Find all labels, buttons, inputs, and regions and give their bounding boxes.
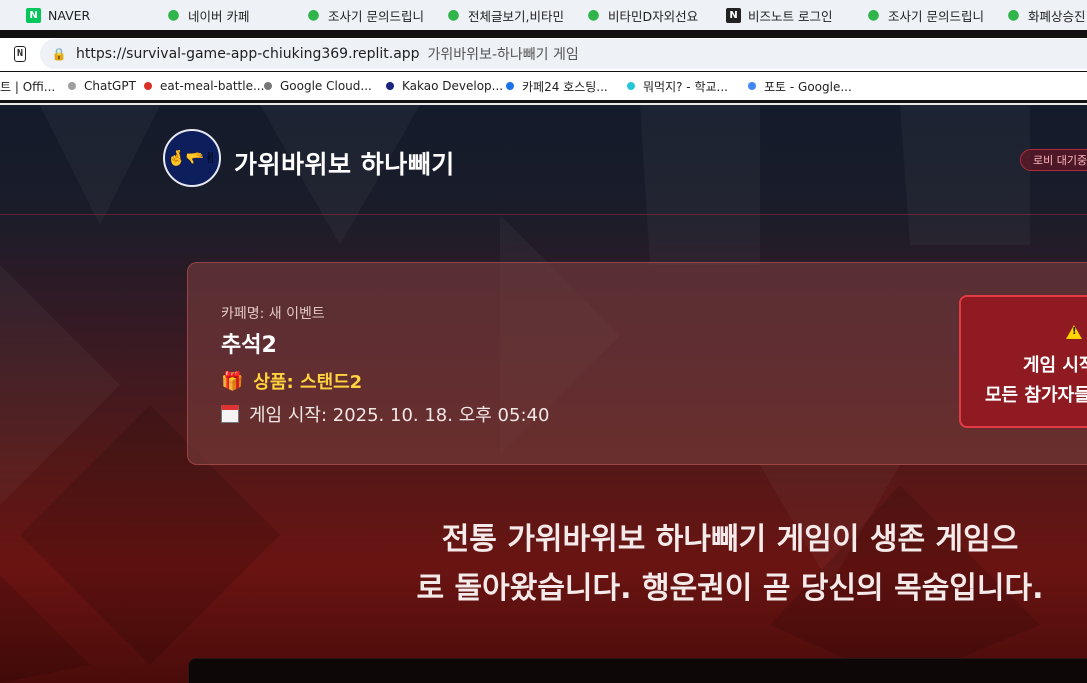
bookmark-label: 포토 - Google... [764,79,852,94]
brand-title[interactable]: 가위바위보 하나빼기 [234,145,455,181]
cafe-leaf-icon: ● [1007,7,1020,23]
tab-naver[interactable]: N NAVER [26,0,90,30]
tab-naver-cafe[interactable]: ● 네이버 카페 [166,0,249,30]
event-title: 추석2 [221,333,277,358]
lock-icon[interactable]: 🔒 [52,47,67,61]
tab-label: 화폐상승진 [1028,8,1086,24]
prize-text: 상품: 스탠드2 [253,372,363,393]
bookmark-kakao-developers[interactable]: Kakao Develop... [386,72,503,100]
hero-tagline: 전통 가위바위보 하나빼기 게임이 생존 게임으 로 돌아왔습니다. 행운권이 … [390,515,1070,613]
bookmark-office[interactable]: 트 | Offi... [0,72,55,100]
cafe-leaf-icon: ● [867,7,880,23]
tagline-line-2: 로 돌아왔습니다. 행운권이 곧 당신의 목숨입니다. [416,571,1044,606]
address-bar: N 🔒 https://survival-game-app-chiuking36… [0,38,1087,71]
url-text[interactable]: https://survival-game-app-chiuking369.re… [76,46,420,62]
naver-icon: N [26,7,41,23]
bookmark-label: 트 | Offi... [0,79,56,94]
bookmark-label: Google Cloud... [280,79,372,93]
bookmark-label: 카페24 호스팅... [522,79,608,94]
bookmark-label: eat-meal-battle... [160,79,265,93]
cafe24-icon [506,82,514,90]
eat-meal-icon [144,82,152,90]
bookmark-google-photos[interactable]: 포토 - Google... [748,72,852,100]
tab-label: NAVER [48,7,91,23]
google-cloud-icon [264,82,272,90]
site-header: 🤞🫳✌ 가위바위보 하나빼기 로비 대기중 [0,105,1087,215]
prize-info: 🎁 상품: 스탠드2 [221,368,362,394]
browser-tab-strip: N NAVER ● 네이버 카페 ● 조사기 문의드립니 ● 전체글보기,비타민… [0,0,1087,30]
bookmark-google-cloud[interactable]: Google Cloud... [264,72,372,100]
warning-icon [1066,325,1082,339]
gift-icon: 🎁 [221,370,244,392]
lobby-status-badge: 로비 대기중 [1020,149,1087,171]
tab-label: 조사기 문의드립니 [328,8,424,24]
page-title-hint: 가위바위보-하나빼기 게임 [427,47,579,63]
tab-label: 네이버 카페 [188,8,250,24]
lower-panel [188,658,1087,683]
bookmark-eat-meal-battle[interactable]: eat-meal-battle... [144,72,264,100]
biznote-icon: N [726,7,741,23]
what-to-eat-icon [627,82,635,90]
chatgpt-icon [68,82,76,90]
omnibox[interactable]: 🔒 https://survival-game-app-chiuking369.… [40,39,1087,69]
kakao-icon [386,82,394,90]
warning-line-2: 모든 참가자들 [985,385,1087,406]
logo-hand-signs-icon[interactable]: 🤞🫳✌ [163,129,221,187]
start-time-text: 게임 시작: 2025. 10. 18. 오후 05:40 [249,405,550,426]
bookmarks-bar: 트 | Offi... ChatGPT eat-meal-battle... G… [0,72,1087,100]
cafe-leaf-icon: ● [587,7,600,23]
event-info-card: 카페명: 새 이벤트 추석2 🎁 상품: 스탠드2 게임 시작: 2025. 1… [187,262,1087,465]
tab-inquiry-2[interactable]: ● 조사기 문의드립니 [866,0,988,30]
tab-biznote-login[interactable]: N 비즈노트 로그인 [726,0,832,30]
tab-currency[interactable]: ● 화폐상승진 [1006,0,1086,30]
bookmark-chatgpt[interactable]: ChatGPT [68,72,136,100]
bookmark-label: Kakao Develop... [402,79,504,93]
tab-label: 전체글보기,비타민 [468,8,564,24]
warning-line-1: 게임 시작 [1023,355,1087,376]
logo-glyphs: 🤞🫳✌ [167,149,217,167]
cafe-leaf-icon: ● [167,7,180,23]
bookmark-label: ChatGPT [84,79,136,93]
bookmark-what-to-eat[interactable]: 뭐먹지? - 학교... [627,72,728,100]
tab-inquiry-1[interactable]: ● 조사기 문의드립니 [306,0,428,30]
cafe-name: 카페명: 새 이벤트 [221,306,325,322]
page-viewport: 🤞🫳✌ 가위바위보 하나빼기 로비 대기중 카페명: 새 이벤트 추석2 🎁 상… [0,105,1087,683]
start-time-info: 게임 시작: 2025. 10. 18. 오후 05:40 [221,401,549,427]
tab-vitamin-d[interactable]: ● 비타민D자외선요 [586,0,708,30]
google-photos-icon [748,82,756,90]
tab-label: 비타민D자외선요 [608,8,699,24]
bookmark-label: 뭐먹지? - 학교... [643,79,728,94]
site-info-icon[interactable]: N [9,43,31,65]
tab-label: 조사기 문의드립니 [888,8,984,24]
calendar-icon [221,405,239,423]
tab-label: 비즈노트 로그인 [748,8,833,24]
bookmark-cafe24[interactable]: 카페24 호스팅... [506,72,608,100]
tab-all-posts[interactable]: ● 전체글보기,비타민 [446,0,568,30]
tagline-line-1: 전통 가위바위보 하나빼기 게임이 생존 게임으 [441,522,1019,557]
cafe-leaf-icon: ● [307,7,320,23]
game-start-warning: 게임 시작 모든 참가자들 [959,295,1087,428]
cafe-leaf-icon: ● [447,7,460,23]
